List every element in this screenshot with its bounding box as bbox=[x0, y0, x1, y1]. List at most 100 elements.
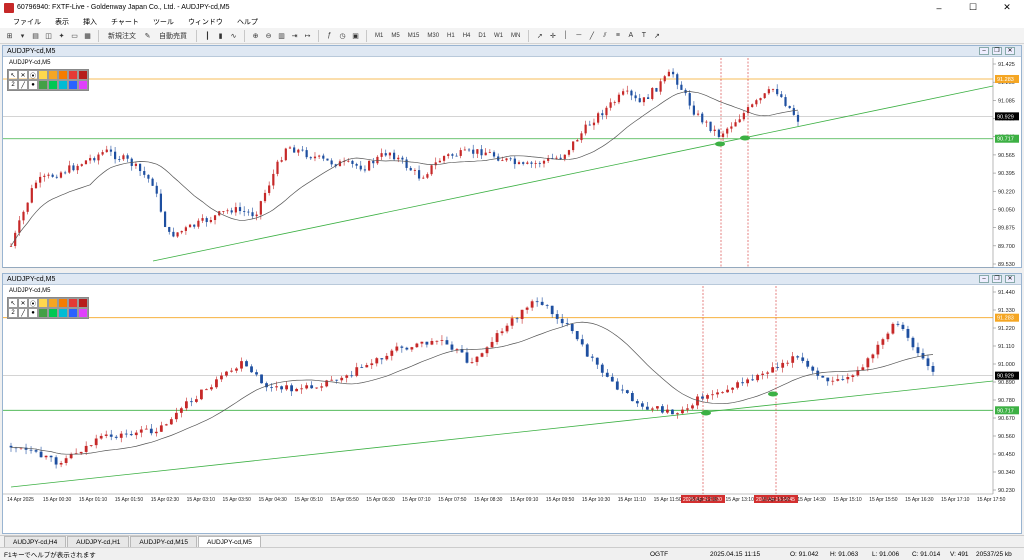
color-cyan[interactable] bbox=[58, 80, 68, 90]
color-cyan[interactable] bbox=[58, 308, 68, 318]
price-chart[interactable]: 91.42591.25091.08590.91090.74090.56590.3… bbox=[3, 58, 1021, 268]
bar-chart-icon[interactable]: ┃ bbox=[202, 30, 213, 42]
color-lime[interactable] bbox=[48, 80, 58, 90]
new-chart-icon[interactable]: ⊞ bbox=[4, 30, 15, 42]
delete-tool[interactable]: ✕ bbox=[18, 70, 28, 80]
drawing-palette[interactable]: ↖ ✕ ⦿ 2 ╱ ● bbox=[7, 297, 89, 319]
arrows-icon[interactable]: ↗ bbox=[651, 30, 662, 42]
menu-tools[interactable]: ツール bbox=[146, 17, 181, 27]
indicators-icon[interactable]: ƒ bbox=[324, 30, 335, 42]
tab-audjpy-h4[interactable]: AUDJPY-cd,H4 bbox=[4, 536, 67, 547]
drawing-palette[interactable]: ↖ ✕ ⦿ 2 ╱ ● bbox=[7, 69, 89, 91]
maximize-button[interactable]: ☐ bbox=[956, 0, 990, 15]
minimize-button[interactable]: – bbox=[922, 0, 956, 15]
navigator-icon[interactable]: ✦ bbox=[56, 30, 67, 42]
terminal-icon[interactable]: ▭ bbox=[69, 30, 80, 42]
chart-plot-area[interactable]: 91.42591.25091.08590.91090.74090.56590.3… bbox=[3, 58, 1021, 268]
price-chart[interactable]: 91.440 91.330 91.220 91.110 91.000 90.890 90.7… bbox=[3, 286, 1021, 534]
delete-tool[interactable]: ✕ bbox=[18, 298, 28, 308]
timeframe-w1[interactable]: W1 bbox=[491, 30, 506, 42]
magnet-tool[interactable]: ⦿ bbox=[28, 70, 38, 80]
chart-shift-icon[interactable]: ↦ bbox=[302, 30, 313, 42]
line-style-tool[interactable]: ╱ bbox=[18, 80, 28, 90]
market-watch-icon[interactable]: ▤ bbox=[30, 30, 41, 42]
color-magenta[interactable] bbox=[78, 80, 88, 90]
profiles-icon[interactable]: ▾ bbox=[17, 30, 28, 42]
color-yellow[interactable] bbox=[38, 70, 48, 80]
menu-help[interactable]: ヘルプ bbox=[230, 17, 265, 27]
fibonacci-icon[interactable]: ≡ bbox=[612, 30, 623, 42]
chart-close-button[interactable]: ✕ bbox=[1005, 47, 1015, 55]
zoom-in-icon[interactable]: ⊕ bbox=[250, 30, 261, 42]
chart-restore-button[interactable]: ❐ bbox=[992, 275, 1002, 283]
tile-windows-icon[interactable]: ▥ bbox=[276, 30, 287, 42]
cursor-icon[interactable]: ➚ bbox=[534, 30, 545, 42]
line-style-tool[interactable]: ╱ bbox=[18, 308, 28, 318]
timeframe-m30[interactable]: M30 bbox=[424, 30, 442, 42]
cursor-tool[interactable]: ↖ bbox=[8, 298, 18, 308]
tab-audjpy-m5[interactable]: AUDJPY-cd,M5 bbox=[197, 536, 261, 547]
vertical-line-icon[interactable]: │ bbox=[560, 30, 571, 42]
color-green[interactable] bbox=[38, 80, 48, 90]
color-orange[interactable] bbox=[48, 70, 58, 80]
color-blue[interactable] bbox=[68, 308, 78, 318]
color-dark-orange[interactable] bbox=[58, 298, 68, 308]
channel-icon[interactable]: ⫽ bbox=[599, 30, 610, 42]
magnet-tool[interactable]: ⦿ bbox=[28, 298, 38, 308]
chart-plot-area[interactable]: 91.440 91.330 91.220 91.110 91.000 90.890 90.7… bbox=[3, 286, 1021, 534]
chart-minimize-button[interactable]: – bbox=[979, 47, 989, 55]
auto-trading-button[interactable]: 自動売買 bbox=[155, 30, 191, 42]
cursor-tool[interactable]: ↖ bbox=[8, 70, 18, 80]
line-width-tool[interactable]: 2 bbox=[8, 308, 18, 318]
menu-charts[interactable]: チャート bbox=[104, 17, 146, 27]
chart-minimize-button[interactable]: – bbox=[979, 275, 989, 283]
chart-window-top[interactable]: AUDJPY-cd,M5 –❐✕ 91.42591.25091.08590.91… bbox=[2, 45, 1022, 268]
timeframe-m1[interactable]: M1 bbox=[372, 30, 386, 42]
color-crimson[interactable] bbox=[78, 298, 88, 308]
horizontal-line-icon[interactable]: ─ bbox=[573, 30, 584, 42]
color-orange[interactable] bbox=[48, 298, 58, 308]
menu-window[interactable]: ウィンドウ bbox=[181, 17, 230, 27]
autoscroll-icon[interactable]: ⇥ bbox=[289, 30, 300, 42]
crosshair-icon[interactable]: ✛ bbox=[547, 30, 558, 42]
timeframe-m5[interactable]: M5 bbox=[388, 30, 402, 42]
color-red[interactable] bbox=[68, 298, 78, 308]
color-blue[interactable] bbox=[68, 80, 78, 90]
timeframe-h1[interactable]: H1 bbox=[444, 30, 458, 42]
periods-icon[interactable]: ◷ bbox=[337, 30, 348, 42]
color-lime[interactable] bbox=[48, 308, 58, 318]
chart-window-bottom[interactable]: AUDJPY-cd,M5 – ❐ ✕ 91.440 91.330 91.220 91.11… bbox=[2, 273, 1022, 534]
timeframe-h4[interactable]: H4 bbox=[460, 30, 474, 42]
menu-insert[interactable]: 挿入 bbox=[76, 17, 104, 27]
data-window-icon[interactable]: ◫ bbox=[43, 30, 54, 42]
templates-icon[interactable]: ▣ bbox=[350, 30, 361, 42]
candlestick-icon[interactable]: ▮ bbox=[215, 30, 226, 42]
timeframe-d1[interactable]: D1 bbox=[475, 30, 489, 42]
new-order-button[interactable]: 新規注文 bbox=[104, 30, 140, 42]
point-tool[interactable]: ● bbox=[28, 80, 38, 90]
chart-close-button[interactable]: ✕ bbox=[1005, 275, 1015, 283]
text-icon[interactable]: A bbox=[625, 30, 636, 42]
menu-file[interactable]: ファイル bbox=[6, 17, 48, 27]
menu-view[interactable]: 表示 bbox=[48, 17, 76, 27]
chart-restore-button[interactable]: ❐ bbox=[992, 47, 1002, 55]
tab-audjpy-h1[interactable]: AUDJPY-cd,H1 bbox=[67, 536, 130, 547]
line-chart-icon[interactable]: ∿ bbox=[228, 30, 239, 42]
editor-icon[interactable]: ✎ bbox=[142, 30, 153, 42]
label-icon[interactable]: T bbox=[638, 30, 649, 42]
line-width-tool[interactable]: 2 bbox=[8, 80, 18, 90]
zoom-out-icon[interactable]: ⊖ bbox=[263, 30, 274, 42]
color-yellow[interactable] bbox=[38, 298, 48, 308]
close-button[interactable]: ✕ bbox=[990, 0, 1024, 15]
tab-audjpy-m15[interactable]: AUDJPY-cd,M15 bbox=[130, 536, 197, 547]
timeframe-m15[interactable]: M15 bbox=[405, 30, 423, 42]
point-tool[interactable]: ● bbox=[28, 308, 38, 318]
color-crimson[interactable] bbox=[78, 70, 88, 80]
color-magenta[interactable] bbox=[78, 308, 88, 318]
color-red[interactable] bbox=[68, 70, 78, 80]
tester-icon[interactable]: ▦ bbox=[82, 30, 93, 42]
trendline-icon[interactable]: ╱ bbox=[586, 30, 597, 42]
timeframe-mn[interactable]: MN bbox=[508, 30, 523, 42]
color-green[interactable] bbox=[38, 308, 48, 318]
color-dark-orange[interactable] bbox=[58, 70, 68, 80]
